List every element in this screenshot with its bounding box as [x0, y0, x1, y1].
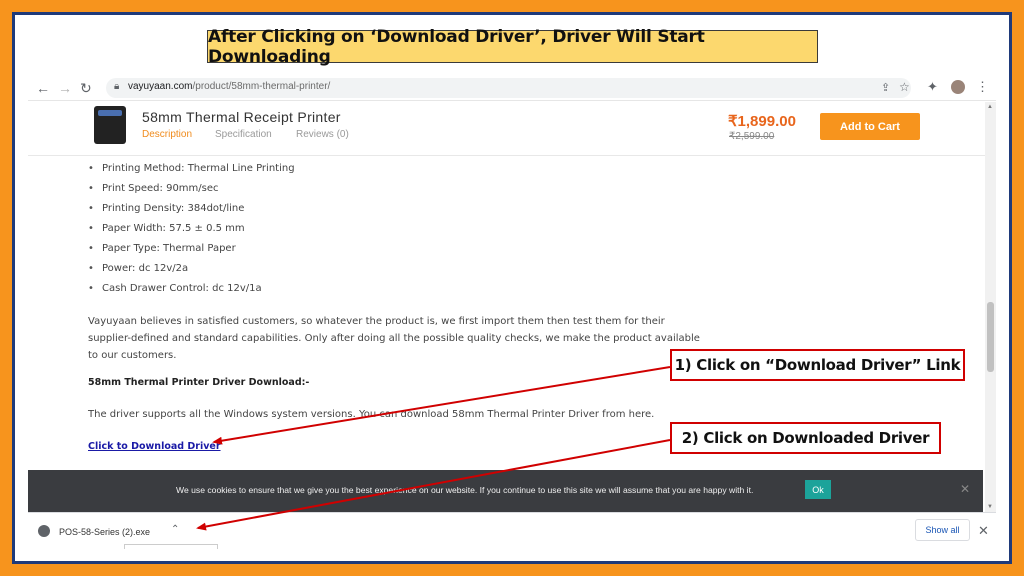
- tab-description[interactable]: Description: [142, 129, 192, 140]
- spec-item: Cash Drawer Control: dc 12v/1a: [88, 283, 262, 294]
- profile-avatar[interactable]: [951, 80, 965, 94]
- spec-item: Paper Width: 57.5 ± 0.5 mm: [88, 223, 245, 234]
- add-to-cart-button[interactable]: Add to Cart: [820, 113, 920, 140]
- scroll-down-icon[interactable]: ▼: [987, 504, 993, 510]
- reload-icon[interactable]: ↻: [80, 79, 92, 97]
- scroll-thumb[interactable]: [987, 302, 994, 372]
- tab-reviews[interactable]: Reviews (0): [296, 129, 349, 140]
- browser-toolbar: ← → ↻ 🔒︎ vayuyaan.com/product/58mm-therm…: [28, 75, 996, 101]
- lock-icon: 🔒︎: [114, 81, 120, 92]
- cookie-text: We use cookies to ensure that we give yo…: [176, 485, 754, 495]
- browser-window: ← → ↻ 🔒︎ vayuyaan.com/product/58mm-therm…: [28, 75, 996, 549]
- close-icon[interactable]: ✕: [960, 482, 970, 496]
- forward-arrow-icon[interactable]: →: [58, 79, 72, 97]
- driver-download-heading: 58mm Thermal Printer Driver Download:-: [88, 377, 310, 388]
- extensions-icon[interactable]: ✦: [927, 79, 938, 95]
- url-text: vayuyaan.com/product/58mm-thermal-printe…: [128, 81, 330, 92]
- product-header: 58mm Thermal Receipt Printer Description…: [28, 102, 988, 156]
- tab-specification[interactable]: Specification: [215, 129, 272, 140]
- kebab-menu-icon[interactable]: ⋮: [976, 79, 989, 95]
- spec-item: Printing Method: Thermal Line Printing: [88, 163, 295, 174]
- cookie-ok-button[interactable]: Ok: [805, 480, 831, 499]
- spec-item: Printing Density: 384dot/line: [88, 203, 244, 214]
- show-all-button[interactable]: Show all: [915, 519, 970, 541]
- spec-item: Paper Type: Thermal Paper: [88, 243, 236, 254]
- share-icon[interactable]: ⇪: [881, 81, 890, 94]
- slide-title-banner: After Clicking on ‘Download Driver’, Dri…: [207, 27, 818, 67]
- printer-image: [94, 106, 126, 144]
- callout-step-1: 1) Click on “Download Driver” Link: [670, 349, 965, 381]
- close-icon[interactable]: ✕: [978, 523, 989, 539]
- url-domain: vayuyaan.com: [128, 81, 193, 92]
- page-scrollbar[interactable]: ▲ ▼: [985, 102, 996, 512]
- spec-item: Power: dc 12v/2a: [88, 263, 188, 274]
- scroll-up-icon[interactable]: ▲: [987, 104, 993, 110]
- star-icon[interactable]: ☆: [899, 80, 910, 94]
- download-driver-link[interactable]: Click to Download Driver: [88, 441, 221, 452]
- spec-item: Print Speed: 90mm/sec: [88, 183, 219, 194]
- product-title: 58mm Thermal Receipt Printer: [142, 109, 341, 125]
- download-item-edge: [124, 544, 218, 549]
- address-bar[interactable]: 🔒︎ vayuyaan.com/product/58mm-thermal-pri…: [106, 78, 911, 98]
- driver-description: The driver supports all the Windows syst…: [88, 409, 655, 420]
- url-path: /product/58mm-thermal-printer/: [192, 81, 331, 92]
- downloaded-file-name[interactable]: POS-58-Series (2).exe: [59, 527, 150, 537]
- product-price: ₹1,899.00: [728, 113, 796, 130]
- back-arrow-icon[interactable]: ←: [36, 79, 50, 97]
- cookie-banner: We use cookies to ensure that we give yo…: [28, 470, 983, 512]
- intro-paragraph: Vayuyaan believes in satisfied customers…: [88, 316, 700, 361]
- product-old-price: ₹2,599.00: [729, 131, 775, 142]
- file-icon: [38, 525, 50, 537]
- callout-step-2: 2) Click on Downloaded Driver: [670, 422, 941, 454]
- chevron-up-icon[interactable]: ⌃: [171, 524, 179, 535]
- download-shelf: POS-58-Series (2).exe ⌃ Show all ✕: [28, 512, 996, 549]
